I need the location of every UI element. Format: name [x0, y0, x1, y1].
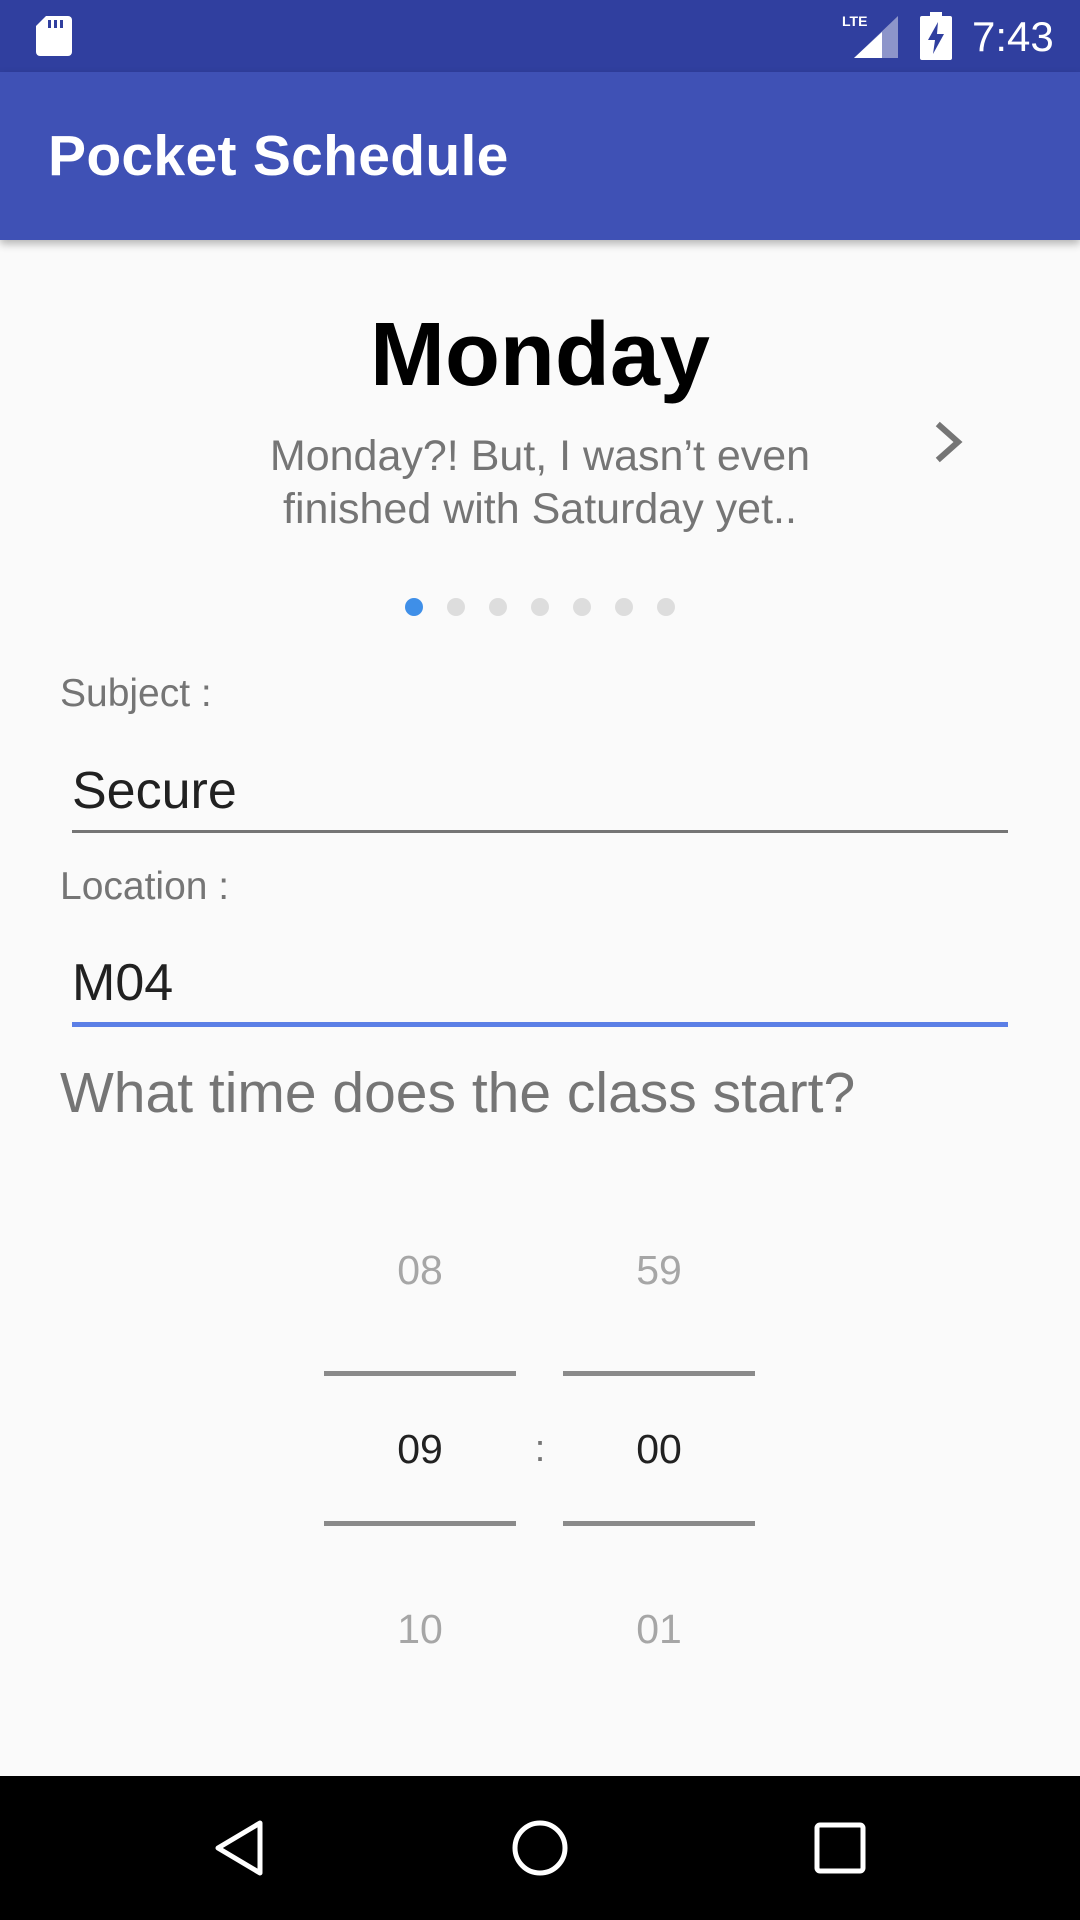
back-icon[interactable]: [210, 1818, 270, 1878]
app-title: Pocket Schedule: [48, 124, 509, 188]
hour-divider-bottom: [324, 1521, 516, 1526]
start-time-question: What time does the class start?: [60, 1061, 856, 1125]
svg-text:LTE: LTE: [842, 13, 867, 29]
page-dot-4: [531, 598, 549, 616]
hour-previous[interactable]: 08: [324, 1245, 516, 1295]
page-dot-7: [657, 598, 675, 616]
minute-previous[interactable]: 59: [563, 1245, 755, 1295]
time-separator: :: [534, 1428, 546, 1470]
chevron-right-icon[interactable]: [930, 420, 970, 464]
recents-icon[interactable]: [810, 1818, 870, 1878]
day-subtitle-line-1: Monday?! But, I wasn’t even: [269, 432, 811, 480]
minute-next[interactable]: 01: [563, 1604, 755, 1654]
screen: LTE 7:43 Pocket Schedule Monday Monday?!…: [0, 0, 1080, 1920]
page-dot-6: [615, 598, 633, 616]
sd-card-icon: [36, 16, 72, 56]
day-subtitle: Monday?! But, I wasn’t even finished wit…: [190, 430, 890, 536]
subject-label: Subject :: [60, 672, 212, 715]
page-dot-5: [573, 598, 591, 616]
minute-divider-top: [563, 1371, 755, 1376]
minute-selected[interactable]: 00: [563, 1424, 755, 1474]
page-dot-1: [405, 598, 423, 616]
hour-next[interactable]: 10: [324, 1604, 516, 1654]
page-indicator: [0, 598, 1080, 616]
day-title: Monday: [369, 305, 710, 405]
hour-divider-top: [324, 1371, 516, 1376]
home-icon[interactable]: [510, 1818, 570, 1878]
day-subtitle-line-2: finished with Saturday yet..: [283, 485, 797, 533]
lte-signal-icon: LTE: [842, 13, 898, 58]
location-label: Location :: [60, 865, 230, 908]
battery-charging-icon: [920, 12, 952, 60]
status-bar: LTE 7:43: [0, 0, 1080, 72]
status-clock: 7:43: [972, 13, 1054, 60]
page-dot-2: [447, 598, 465, 616]
navigation-bar: [0, 1776, 1080, 1920]
minute-divider-bottom: [563, 1521, 755, 1526]
location-field[interactable]: M04: [72, 944, 1008, 1027]
app-bar: Pocket Schedule: [0, 72, 1080, 240]
subject-field[interactable]: Secure: [72, 752, 1008, 833]
hour-selected[interactable]: 09: [324, 1424, 516, 1474]
page-dot-3: [489, 598, 507, 616]
